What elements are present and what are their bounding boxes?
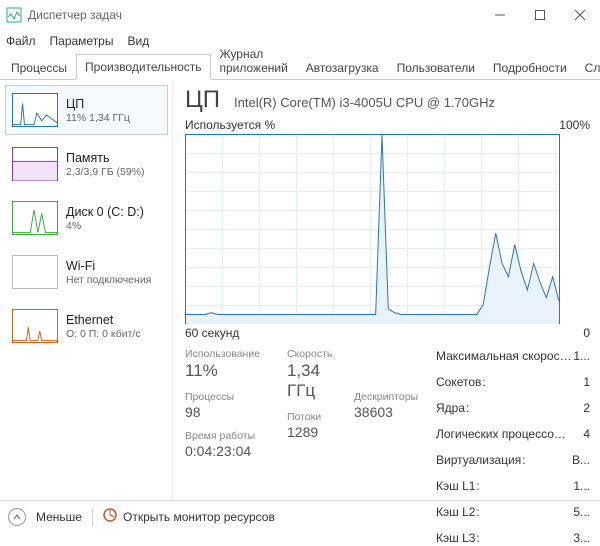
- minimize-button[interactable]: [480, 0, 520, 30]
- close-button[interactable]: [560, 0, 600, 30]
- chart-label-tr: 100%: [559, 118, 590, 132]
- sidebar-item-sub: 11% 1,34 ГГц: [66, 112, 130, 124]
- info-row: ВиртуализацияВ...: [436, 452, 590, 468]
- tab-app-history[interactable]: Журнал приложений: [211, 41, 297, 80]
- tab-details[interactable]: Подробности: [484, 55, 576, 80]
- sidebar-item-ethernet[interactable]: EthernetО: 0 П: 0 кбит/с: [5, 301, 168, 351]
- value-handles: 38603: [354, 404, 424, 420]
- sidebar-item-label: Wi-Fi: [66, 259, 151, 273]
- info-row: Кэш L11...: [436, 478, 590, 494]
- tab-strip: Процессы Производительность Журнал прило…: [0, 52, 600, 80]
- sidebar-item-sub: 2,3/3,9 ГБ (59%): [66, 166, 145, 178]
- sidebar-item-disk[interactable]: Диск 0 (C: D:)4%: [5, 193, 168, 243]
- chart-label-tl: Используется %: [185, 118, 275, 132]
- resource-monitor-icon: [103, 508, 117, 525]
- value-speed: 1,34 ГГц: [287, 361, 342, 401]
- info-row: Сокетов1: [436, 374, 590, 390]
- sidebar-item-wifi[interactable]: Wi-FiНет подключения: [5, 247, 168, 297]
- maximize-button[interactable]: [520, 0, 560, 30]
- chart-label-bl: 60 секунд: [185, 326, 239, 340]
- sidebar-item-sub: О: 0 П: 0 кбит/с: [66, 328, 141, 340]
- sidebar-item-sub: 4%: [66, 220, 144, 232]
- menu-file[interactable]: Файл: [6, 34, 36, 48]
- label-usage: Использование: [185, 348, 275, 360]
- window-title: Диспетчер задач: [28, 8, 122, 22]
- performance-panel: ЦП Intel(R) Core(TM) i3-4005U CPU @ 1.70…: [173, 80, 600, 500]
- value-usage: 11%: [185, 361, 275, 381]
- tab-processes[interactable]: Процессы: [2, 55, 76, 80]
- tab-users[interactable]: Пользователи: [388, 55, 484, 80]
- cpu-model: Intel(R) Core(TM) i3-4005U CPU @ 1.70GHz: [234, 95, 495, 110]
- sidebar-item-label: ЦП: [66, 97, 130, 111]
- cpu-info-list: Максимальная скорость1... Сокетов1 Ядра2 Ло…: [436, 348, 590, 546]
- label-speed: Скорость: [287, 348, 342, 360]
- sidebar-item-label: Память: [66, 151, 145, 165]
- info-row: Логических процессоров4: [436, 426, 590, 442]
- sidebar-item-label: Ethernet: [66, 313, 141, 327]
- title-bar: Диспетчер задач: [0, 0, 600, 30]
- wifi-sparkline-icon: [12, 255, 58, 289]
- collapse-button[interactable]: [8, 508, 26, 526]
- label-handles: Дескрипторы: [354, 391, 424, 403]
- menu-options[interactable]: Параметры: [50, 34, 114, 48]
- value-uptime: 0:04:23:04: [185, 443, 275, 459]
- resource-name: ЦП: [185, 86, 220, 114]
- disk-sparkline-icon: [12, 201, 58, 235]
- info-row: Кэш L33...: [436, 530, 590, 546]
- cpu-sparkline-icon: [12, 93, 58, 127]
- app-icon: [6, 7, 22, 23]
- tab-startup[interactable]: Автозагрузка: [297, 55, 388, 80]
- sidebar-item-memory[interactable]: Память2,3/3,9 ГБ (59%): [5, 139, 168, 189]
- chart-label-br: 0: [583, 326, 590, 340]
- sidebar: ЦП11% 1,34 ГГц Память2,3/3,9 ГБ (59%) Ди…: [0, 80, 173, 500]
- info-row: Максимальная скорость1...: [436, 348, 590, 364]
- divider: [92, 508, 93, 526]
- menu-bar: Файл Параметры Вид: [0, 30, 600, 52]
- fewer-details-label[interactable]: Меньше: [36, 510, 82, 524]
- sidebar-item-label: Диск 0 (C: D:): [66, 205, 144, 219]
- label-uptime: Время работы: [185, 430, 275, 442]
- value-threads: 1289: [287, 424, 342, 440]
- info-row: Кэш L25...: [436, 504, 590, 520]
- sidebar-item-cpu[interactable]: ЦП11% 1,34 ГГц: [5, 85, 168, 135]
- open-resource-monitor-link[interactable]: Открыть монитор ресурсов: [103, 508, 275, 525]
- value-processes: 98: [185, 404, 275, 420]
- label-threads: Потоки: [287, 411, 342, 423]
- sidebar-item-sub: Нет подключения: [66, 274, 151, 286]
- memory-sparkline-icon: [12, 147, 58, 181]
- tab-services[interactable]: Службы: [576, 55, 600, 80]
- info-row: Ядра2: [436, 400, 590, 416]
- menu-view[interactable]: Вид: [127, 34, 149, 48]
- ethernet-sparkline-icon: [12, 309, 58, 343]
- cpu-usage-chart[interactable]: [185, 134, 560, 324]
- tab-performance[interactable]: Производительность: [76, 54, 210, 80]
- label-processes: Процессы: [185, 391, 275, 403]
